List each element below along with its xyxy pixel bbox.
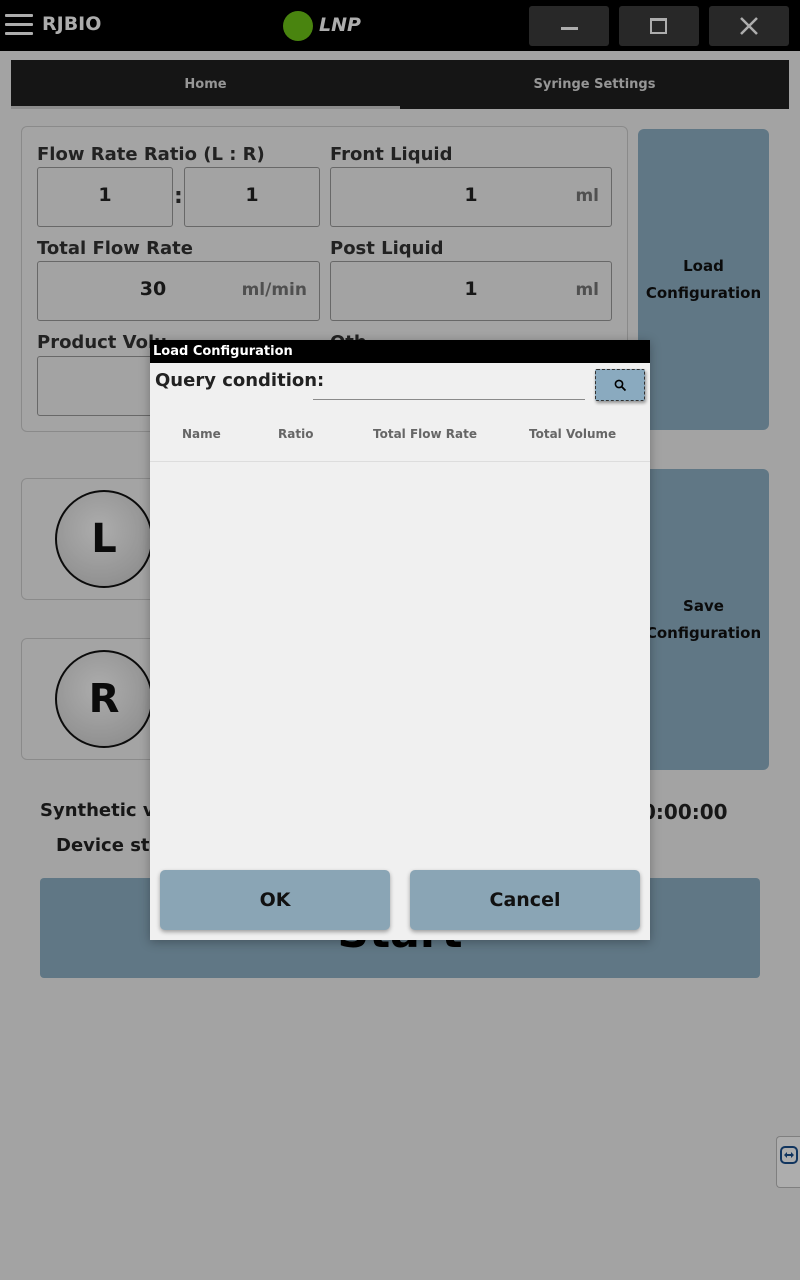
ok-button[interactable]: OK bbox=[160, 870, 390, 930]
column-header-ratio[interactable]: Ratio bbox=[278, 427, 313, 441]
configuration-table-body[interactable] bbox=[150, 462, 650, 862]
column-header-total-volume[interactable]: Total Volume bbox=[529, 427, 616, 441]
search-icon bbox=[614, 379, 627, 392]
load-configuration-dialog: Load Configuration Query condition: Name… bbox=[150, 340, 650, 940]
query-condition-input[interactable] bbox=[313, 372, 585, 400]
search-button[interactable] bbox=[595, 369, 645, 401]
dialog-title: Load Configuration bbox=[150, 340, 650, 363]
query-condition-label: Query condition: bbox=[155, 370, 325, 391]
column-header-total-flow-rate[interactable]: Total Flow Rate bbox=[373, 427, 477, 441]
column-header-name[interactable]: Name bbox=[182, 427, 221, 441]
cancel-button[interactable]: Cancel bbox=[410, 870, 640, 930]
